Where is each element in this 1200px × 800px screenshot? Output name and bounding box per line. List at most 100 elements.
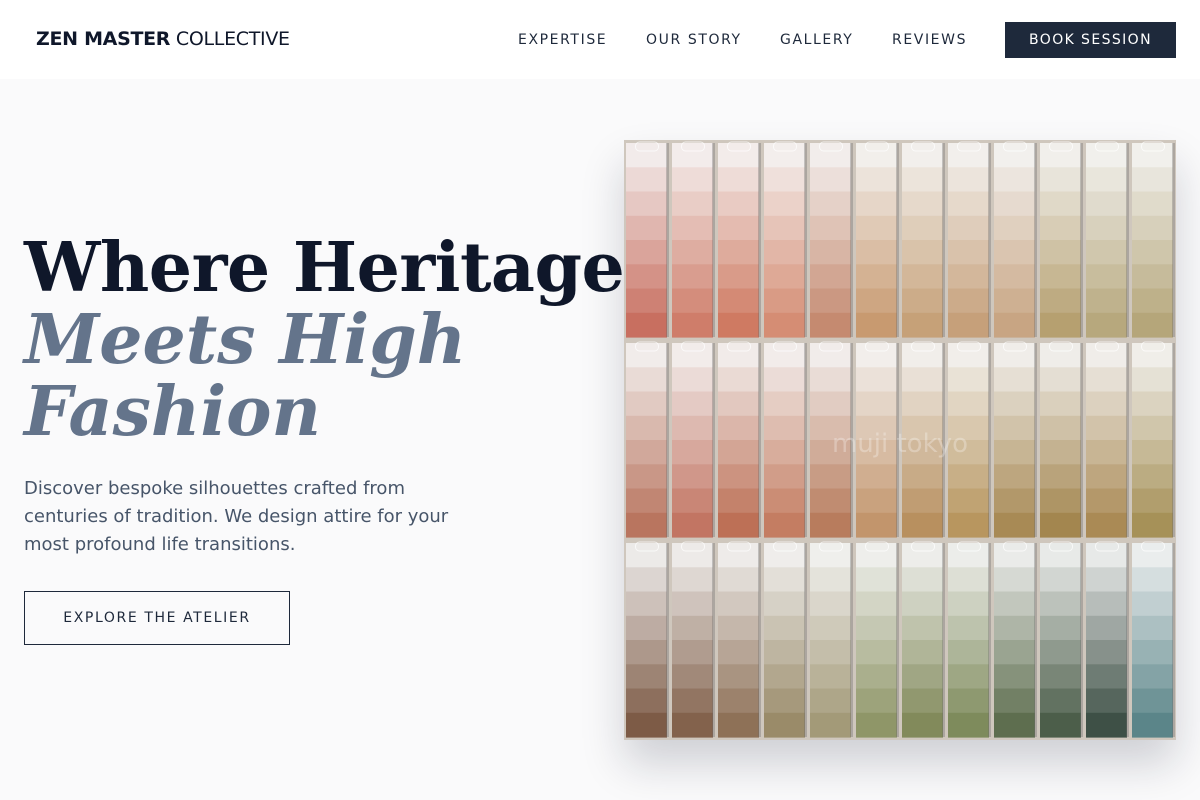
swatch-band	[902, 512, 943, 538]
swatch-band	[718, 640, 759, 665]
brand-name-light: COLLECTIVE	[175, 28, 290, 50]
swatch-band	[1132, 488, 1173, 514]
paint-swatch-card	[1086, 341, 1129, 538]
swatch-band	[856, 215, 897, 241]
swatch-band	[948, 167, 989, 193]
swatch-band	[994, 543, 1035, 568]
swatch-band	[856, 264, 897, 290]
paint-swatch-card	[1132, 541, 1175, 738]
swatch-band	[672, 688, 713, 714]
swatch-card-edge	[1080, 143, 1083, 337]
swatch-band	[1040, 591, 1081, 617]
swatch-band	[1040, 488, 1081, 514]
swatch-band	[994, 391, 1035, 417]
swatch-band	[718, 664, 759, 690]
book-session-button[interactable]: BOOK SESSION	[1005, 22, 1176, 58]
swatch-band	[1086, 191, 1127, 217]
swatch-band	[948, 391, 989, 417]
swatch-band	[1086, 215, 1127, 241]
swatch-card-edge	[988, 343, 991, 537]
swatch-card-edge	[988, 543, 991, 737]
swatch-band	[994, 712, 1035, 738]
swatch-band	[1086, 688, 1127, 714]
swatch-band	[1132, 712, 1173, 738]
swatch-band	[672, 391, 713, 417]
explore-atelier-button[interactable]: EXPLORE THE ATELIER	[24, 591, 290, 645]
swatch-band	[902, 567, 943, 593]
swatch-band	[948, 543, 989, 568]
swatch-band	[764, 415, 805, 441]
paint-swatch-card	[1132, 341, 1175, 538]
swatch-band	[718, 567, 759, 593]
swatch-band	[902, 543, 943, 568]
swatch-band	[1040, 464, 1081, 490]
swatch-card-edge	[804, 143, 807, 337]
swatch-band	[810, 288, 851, 314]
swatch-band	[764, 591, 805, 617]
nav-link-gallery[interactable]: GALLERY	[780, 32, 853, 48]
swatch-band	[810, 488, 851, 514]
swatch-band	[856, 688, 897, 714]
swatch-band	[1040, 264, 1081, 290]
swatch-band	[718, 712, 759, 738]
swatch-band	[1040, 640, 1081, 665]
swatch-band	[672, 712, 713, 738]
swatch-band	[1086, 143, 1127, 168]
swatch-band	[948, 264, 989, 290]
swatch-band	[902, 343, 943, 368]
swatch-band	[764, 488, 805, 514]
nav-link-reviews[interactable]: REVIEWS	[892, 32, 967, 48]
swatch-band	[1040, 440, 1081, 465]
swatch-card-edge	[758, 143, 761, 337]
top-navigation-bar: ZEN MASTER COLLECTIVE EXPERTISE OUR STOR…	[0, 0, 1200, 79]
swatch-band	[764, 191, 805, 217]
swatch-band	[1086, 343, 1127, 368]
swatch-card-edge	[1080, 543, 1083, 737]
swatch-card-edge	[666, 543, 669, 737]
nav-link-expertise[interactable]: EXPERTISE	[518, 32, 607, 48]
swatch-band	[1086, 664, 1127, 690]
swatch-band	[902, 264, 943, 290]
swatch-band	[1132, 640, 1173, 665]
nav-link-our-story[interactable]: OUR STORY	[646, 32, 742, 48]
swatch-band	[718, 591, 759, 617]
swatch-card-edge	[988, 143, 991, 337]
paint-swatch-card	[856, 541, 899, 738]
swatch-band	[764, 512, 805, 538]
swatch-band	[902, 240, 943, 265]
swatch-band	[626, 543, 667, 568]
swatch-card-edge	[712, 343, 715, 537]
swatch-band	[902, 215, 943, 241]
swatch-card-edge	[666, 343, 669, 537]
swatch-band	[1086, 288, 1127, 314]
swatch-band	[718, 512, 759, 538]
paint-swatch-card	[626, 541, 669, 738]
swatch-band	[994, 488, 1035, 514]
paint-swatch-card	[994, 541, 1037, 738]
swatch-band	[902, 143, 943, 168]
paint-swatch-card	[902, 541, 945, 738]
swatch-band	[948, 512, 989, 538]
swatch-band	[1132, 543, 1173, 568]
swatch-band	[718, 367, 759, 393]
paint-swatch-card	[626, 141, 669, 338]
brand-logo[interactable]: ZEN MASTER COLLECTIVE	[36, 28, 290, 50]
swatch-card-edge	[896, 143, 899, 337]
swatch-band	[810, 615, 851, 641]
swatch-band	[672, 143, 713, 168]
swatch-band	[672, 615, 713, 641]
swatch-band	[902, 288, 943, 314]
swatch-band	[948, 464, 989, 490]
swatch-band	[948, 367, 989, 393]
swatch-band	[626, 391, 667, 417]
swatch-band	[764, 240, 805, 265]
swatch-band	[626, 640, 667, 665]
swatch-band	[856, 591, 897, 617]
swatch-band	[672, 440, 713, 465]
swatch-band	[1132, 664, 1173, 690]
swatch-band	[810, 567, 851, 593]
swatch-band	[902, 488, 943, 514]
paint-swatch-card	[948, 141, 991, 338]
swatch-band	[948, 712, 989, 738]
swatch-band	[902, 591, 943, 617]
